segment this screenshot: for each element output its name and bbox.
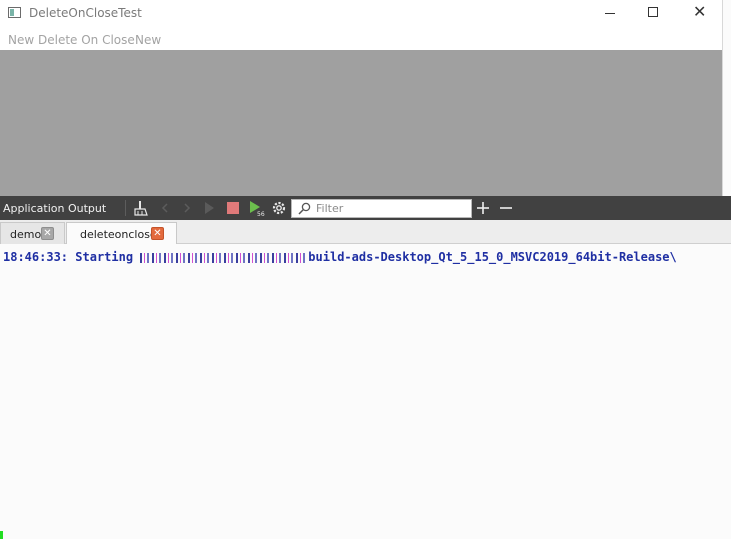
output-text-area[interactable]: 18:46:33: Starting build-ads-Desktop_Qt_… bbox=[0, 244, 731, 539]
filter-field[interactable] bbox=[291, 199, 472, 218]
application-output-title: Application Output bbox=[3, 202, 107, 215]
log-time: 18:46:33: bbox=[3, 250, 69, 264]
run-icon[interactable] bbox=[200, 199, 218, 217]
maximize-icon bbox=[648, 7, 658, 17]
redacted-path bbox=[140, 252, 307, 263]
tab-close-icon[interactable]: ✕ bbox=[41, 227, 54, 240]
close-button[interactable]: ✕ bbox=[676, 0, 722, 28]
search-icon bbox=[298, 202, 311, 215]
log-line: 18:46:33: Starting build-ads-Desktop_Qt_… bbox=[3, 250, 677, 264]
toolbar-separator bbox=[125, 200, 126, 216]
output-tab-bar: demo ✕ deleteonclose ✕ bbox=[0, 220, 731, 245]
debug-icon[interactable]: 56 bbox=[247, 199, 265, 217]
window-title: DeleteOnCloseTest bbox=[29, 6, 142, 20]
app-window-icon bbox=[8, 7, 21, 18]
log-path: build-ads-Desktop_Qt_5_15_0_MSVC2019_64b… bbox=[308, 250, 677, 264]
tab-demo[interactable]: demo ✕ bbox=[0, 222, 65, 244]
close-icon: ✕ bbox=[693, 2, 707, 21]
log-text: Starting bbox=[75, 250, 134, 264]
test-app-window: DeleteOnCloseTest ✕ New Delete On Close … bbox=[0, 0, 722, 196]
title-bar[interactable]: DeleteOnCloseTest ✕ bbox=[0, 0, 722, 28]
tab-label: deleteonclose bbox=[80, 228, 157, 241]
stop-icon[interactable] bbox=[224, 199, 242, 217]
tab-label: demo bbox=[10, 228, 42, 241]
tab-deleteonclose[interactable]: deleteonclose ✕ bbox=[66, 222, 177, 245]
clean-icon[interactable] bbox=[132, 199, 150, 217]
central-widget bbox=[0, 50, 722, 196]
prev-icon[interactable] bbox=[156, 199, 174, 217]
tab-close-icon[interactable]: ✕ bbox=[151, 227, 164, 240]
svg-text:56: 56 bbox=[257, 211, 265, 217]
minimize-icon bbox=[605, 13, 615, 14]
menu-new[interactable]: New bbox=[135, 33, 161, 47]
menu-new-delete-on-close[interactable]: New Delete On Close bbox=[8, 33, 135, 47]
status-marker bbox=[0, 531, 3, 539]
minus-icon[interactable] bbox=[497, 199, 515, 217]
plus-icon[interactable] bbox=[474, 199, 492, 217]
next-icon[interactable] bbox=[178, 199, 196, 217]
filter-input[interactable] bbox=[316, 201, 466, 216]
menu-bar: New Delete On Close New bbox=[0, 28, 722, 50]
settings-icon[interactable] bbox=[270, 199, 288, 217]
maximize-button[interactable] bbox=[630, 0, 676, 28]
